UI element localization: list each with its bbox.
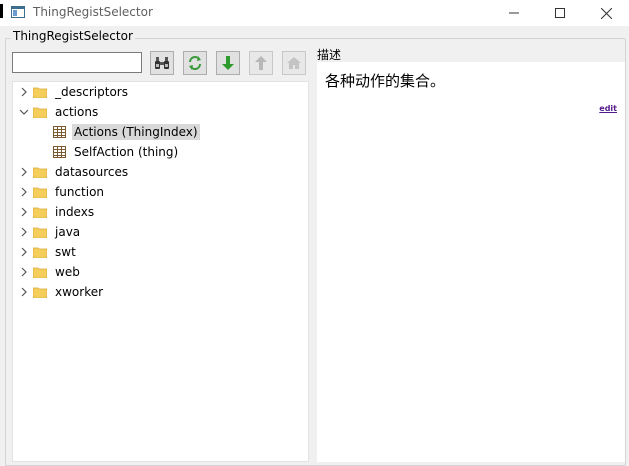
description-title: 描述 [317,48,342,62]
tree-item-label: datasources [55,165,129,179]
refresh-icon [189,56,201,70]
tree-item-web[interactable]: web [17,262,82,282]
chevron-down-icon[interactable] [17,102,33,122]
arrow-down-icon [222,56,234,70]
table-icon [53,126,66,138]
edge-artifact [0,4,3,18]
chevron-right-icon[interactable] [17,262,33,282]
minimize-button[interactable] [491,0,537,26]
window-title: ThingRegistSelector [33,5,153,19]
group-box-label: ThingRegistSelector [11,29,135,43]
maximize-button[interactable] [537,0,583,26]
chevron-right-icon[interactable] [17,222,33,242]
tree-item-selfaction[interactable]: SelfAction (thing) [53,142,180,162]
tree-item-swt[interactable]: swt [17,242,78,262]
tree-item-indexs[interactable]: indexs [17,202,96,222]
tree-item-label: function [55,185,105,199]
binoculars-icon [155,57,169,69]
tree-item-label: Actions (ThingIndex) [72,124,200,140]
folder-icon [33,87,47,98]
thing-tree[interactable]: _descriptors actions Actions (ThingIndex… [12,81,309,462]
chevron-right-icon[interactable] [17,82,33,102]
close-icon [600,7,612,19]
app-window-icon [11,6,25,18]
find-button[interactable] [150,51,174,75]
tree-item-label: web [55,265,80,279]
folder-icon [33,287,47,298]
maximize-icon [555,8,565,18]
chevron-right-icon[interactable] [17,202,33,222]
tree-item-label: indexs [55,205,95,219]
search-input[interactable] [12,52,142,73]
tree-item-actions-thingindex[interactable]: Actions (ThingIndex) [53,122,200,142]
refresh-button[interactable] [183,51,207,75]
tree-item-label: swt [55,245,76,259]
folder-icon [33,267,47,278]
tree-item-function[interactable]: function [17,182,106,202]
chevron-right-icon[interactable] [17,182,33,202]
tree-item-actions[interactable]: actions [17,102,100,122]
close-button[interactable] [583,0,629,26]
chevron-right-icon[interactable] [17,162,33,182]
title-bar[interactable]: ThingRegistSelector [0,0,629,26]
folder-icon [33,167,47,178]
minimize-icon [509,12,519,14]
home-button[interactable] [282,51,306,75]
folder-icon [33,227,47,238]
chevron-right-icon[interactable] [17,242,33,262]
tree-item-xworker[interactable]: xworker [17,282,105,302]
move-down-button[interactable] [216,51,240,75]
tree-item-label: java [55,225,81,239]
description-text: 各种动作的集合。 [325,72,446,90]
tree-item-label: SelfAction (thing) [74,145,179,159]
folder-icon [33,207,47,218]
tree-item-label: _descriptors [55,85,128,99]
chevron-right-icon[interactable] [17,282,33,302]
folder-icon [33,247,47,258]
folder-icon [33,107,47,118]
tree-item-datasources[interactable]: datasources [17,162,130,182]
move-up-button[interactable] [249,51,273,75]
description-panel: 各种动作的集合。 edit [317,62,625,462]
tree-item-descriptors[interactable]: _descriptors [17,82,130,102]
tree-item-label: actions [55,105,99,119]
edit-link[interactable]: edit [599,104,617,113]
tree-item-label: xworker [55,285,104,299]
home-icon [287,57,301,69]
tree-item-java[interactable]: java [17,222,82,242]
arrow-up-icon [255,56,267,70]
table-icon [53,146,66,158]
folder-icon [33,187,47,198]
